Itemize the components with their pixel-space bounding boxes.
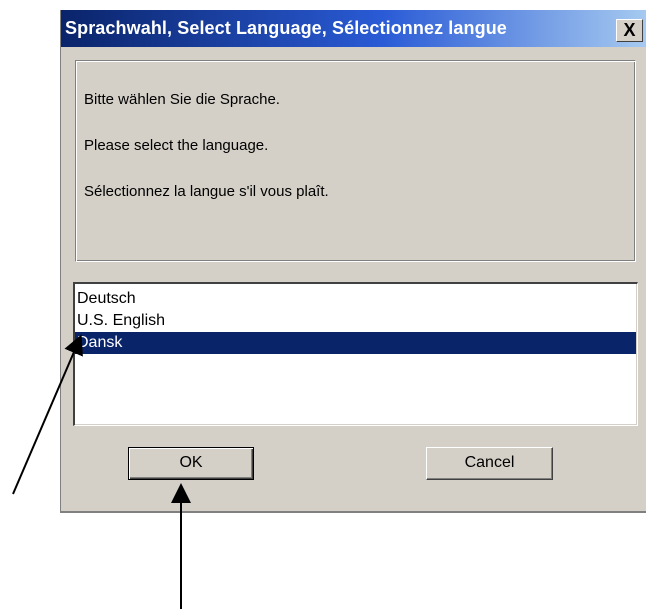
language-option-dansk[interactable]: Dansk <box>75 332 636 354</box>
ok-button[interactable]: OK <box>128 447 254 480</box>
message-english: Please select the language. <box>84 137 269 154</box>
language-listbox[interactable]: Deutsch U.S. English Dansk <box>73 282 638 426</box>
language-dialog: Sprachwahl, Select Language, Sélectionne… <box>60 10 646 513</box>
message-french: Sélectionnez la langue s'il vous plaît. <box>84 183 329 200</box>
close-button[interactable]: X <box>616 19 643 42</box>
language-option-deutsch[interactable]: Deutsch <box>75 288 636 310</box>
message-german: Bitte wählen Sie die Sprache. <box>84 91 280 108</box>
cancel-button[interactable]: Cancel <box>426 447 553 480</box>
language-option-us-english[interactable]: U.S. English <box>75 310 636 332</box>
dialog-title: Sprachwahl, Select Language, Sélectionne… <box>65 18 507 38</box>
message-panel: Bitte wählen Sie die Sprache. Please sel… <box>75 60 636 262</box>
title-bar[interactable]: Sprachwahl, Select Language, Sélectionne… <box>61 10 646 47</box>
close-icon: X <box>623 20 636 40</box>
